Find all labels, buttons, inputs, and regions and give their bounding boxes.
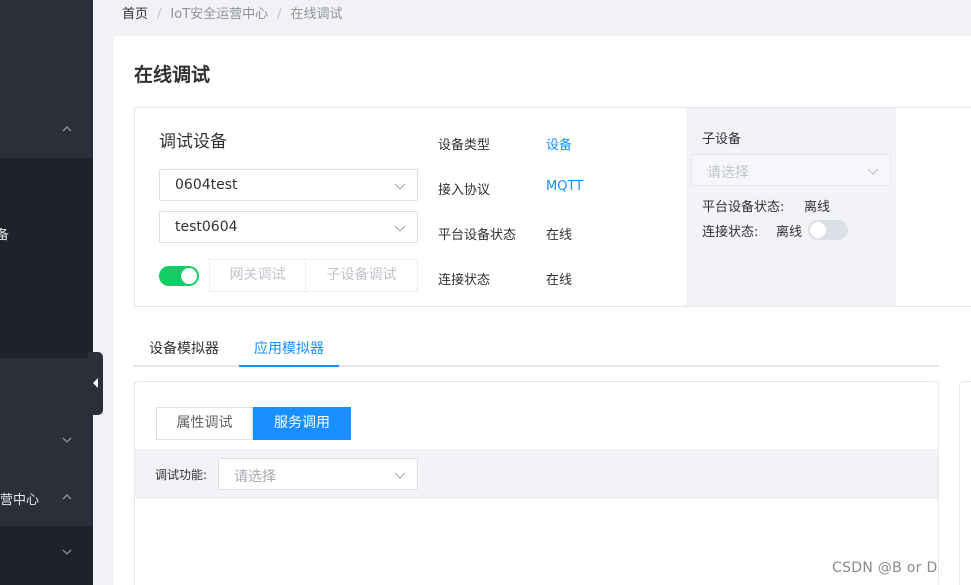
breadcrumb-iot-center[interactable]: IoT安全运营中心 [170, 7, 268, 22]
breadcrumb-separator: / [157, 7, 162, 22]
app-simulator-panel: 属性调试 服务调用 调试功能: 请选择 [134, 381, 939, 585]
chevron-down-icon [62, 435, 72, 445]
switch-knob [810, 222, 826, 238]
chevron-up-icon [62, 124, 72, 134]
breadcrumb-home[interactable]: 首页 [122, 7, 148, 22]
debug-function-label: 调试功能: [155, 468, 208, 482]
subdevice-connection-switch[interactable] [808, 220, 848, 240]
sidebar-submenu-2 [0, 526, 93, 585]
main-card: 在线调试 调试设备 0604test test0604 网关调试 子设备调试 设… [114, 36, 971, 585]
sub-platform-status-label: 平台设备状态: [702, 200, 785, 215]
service-call-button[interactable]: 服务调用 [253, 407, 351, 440]
chevron-down-icon [867, 165, 879, 177]
gateway-debug-button[interactable]: 网关调试 [209, 259, 306, 292]
tab-app-simulator[interactable]: 应用模拟器 [254, 338, 324, 358]
subdevice-title: 子设备 [702, 132, 742, 147]
connection-status-value: 在线 [546, 273, 573, 288]
chevron-down-icon [394, 469, 406, 481]
subdevice-select-placeholder: 请选择 [707, 165, 749, 181]
right-panel-edge [959, 381, 971, 585]
sidebar-item-label[interactable]: 备 [0, 224, 9, 243]
tab-device-simulator[interactable]: 设备模拟器 [149, 338, 219, 358]
debug-type-segments: 属性调试 服务调用 [156, 407, 351, 440]
sidebar-item-label-security-center[interactable]: 营中心 [0, 489, 39, 508]
connection-status-label: 连接状态 [438, 273, 491, 288]
debug-mode-buttons: 网关调试 子设备调试 [209, 259, 418, 292]
chevron-down-icon [394, 222, 406, 234]
device-select-value: test0604 [175, 219, 238, 235]
chevron-down-icon [394, 180, 406, 192]
caret-left-icon [93, 378, 98, 388]
chevron-down-icon [62, 547, 72, 557]
breadcrumb-current: 在线调试 [290, 7, 343, 22]
subdevice-debug-button[interactable]: 子设备调试 [306, 259, 418, 292]
sidebar: 备 营中心 [0, 0, 93, 585]
sidebar-submenu-1: 备 [0, 158, 93, 358]
debug-device-panel: 调试设备 0604test test0604 网关调试 子设备调试 设备类型 设… [134, 107, 971, 307]
device-type-value[interactable]: 设备 [546, 134, 572, 153]
sidebar-group-2[interactable]: 营中心 [0, 358, 93, 526]
chevron-up-icon [62, 492, 72, 502]
protocol-label: 接入协议 [438, 183, 491, 198]
subdevice-panel: 子设备 请选择 平台设备状态: 离线 连接状态: 离线 [686, 108, 896, 306]
tab-active-indicator [239, 365, 339, 367]
debug-device-title: 调试设备 [159, 132, 227, 152]
sub-connection-status-value: 离线 [776, 225, 803, 240]
breadcrumb-separator: / [277, 7, 282, 22]
device-select[interactable]: test0604 [159, 211, 418, 243]
platform-status-value: 在线 [546, 228, 573, 243]
debug-function-placeholder: 请选择 [234, 469, 276, 485]
product-select[interactable]: 0604test [159, 169, 418, 201]
debug-enable-switch[interactable] [159, 266, 199, 286]
sidebar-group-1[interactable] [0, 0, 93, 158]
protocol-value[interactable]: MQTT [546, 179, 583, 194]
debug-function-select[interactable]: 请选择 [218, 458, 418, 490]
sub-connection-status-label: 连接状态: [702, 225, 759, 240]
debug-function-row: 调试功能: 请选择 [135, 449, 938, 499]
sub-platform-status-value: 离线 [804, 200, 831, 215]
switch-knob [181, 268, 197, 284]
sidebar-collapse-handle[interactable] [88, 352, 103, 415]
simulator-tabs: 设备模拟器 应用模拟器 [134, 325, 939, 367]
device-type-label: 设备类型 [438, 138, 491, 153]
watermark: CSDN @B or D [832, 560, 938, 576]
page-title: 在线调试 [134, 64, 211, 86]
subdevice-select[interactable]: 请选择 [691, 154, 891, 186]
property-debug-button[interactable]: 属性调试 [156, 407, 253, 440]
breadcrumb: 首页 / IoT安全运营中心 / 在线调试 [122, 6, 343, 24]
product-select-value: 0604test [175, 177, 238, 193]
platform-status-label: 平台设备状态 [438, 228, 517, 243]
